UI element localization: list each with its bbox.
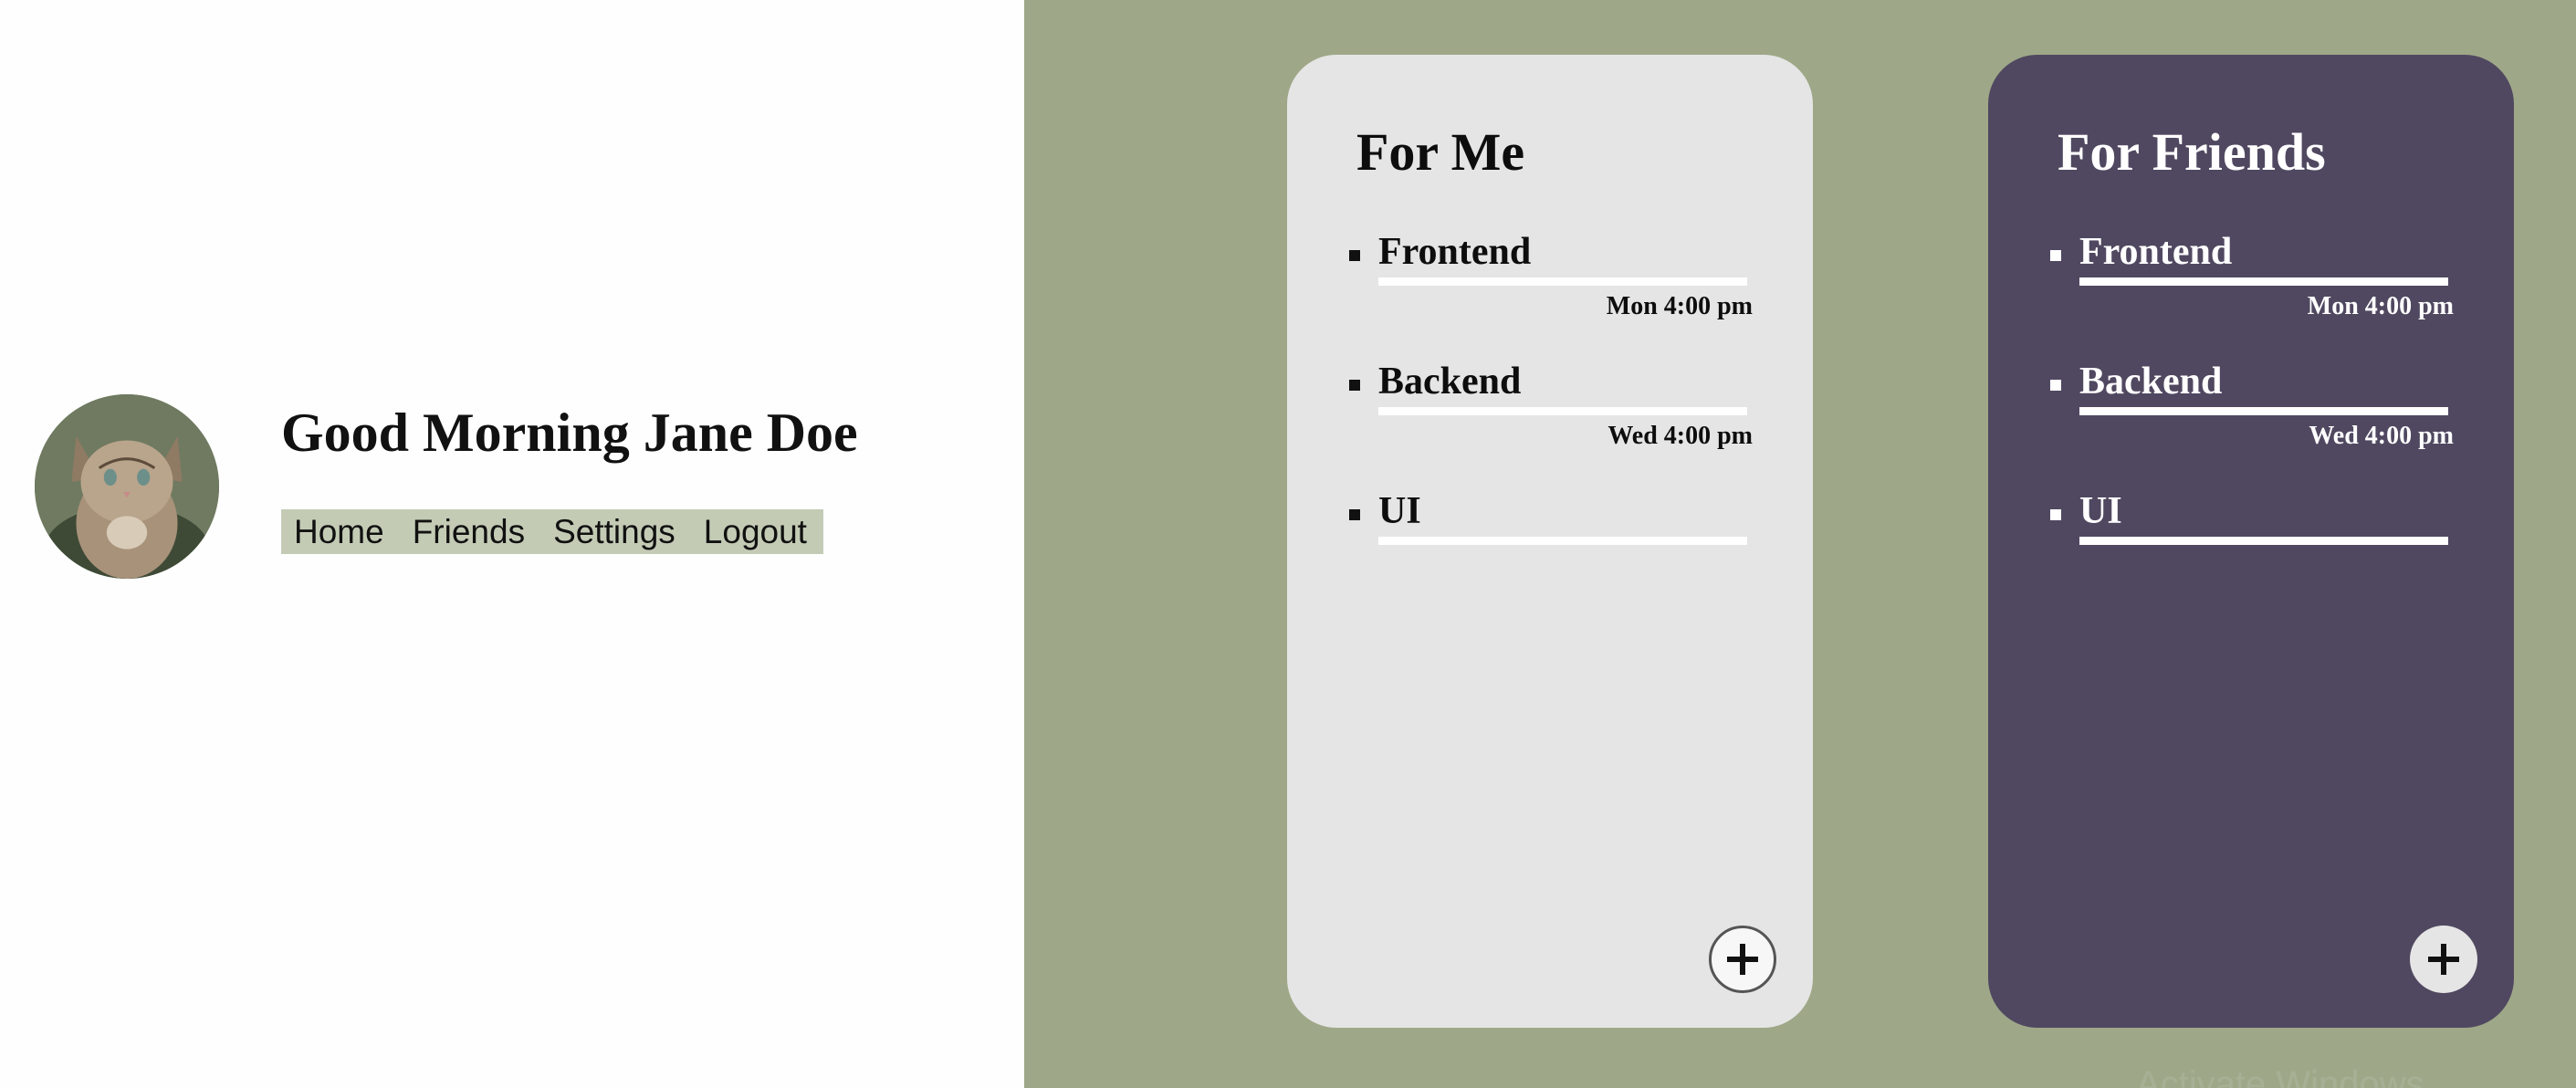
task-list: Frontend Mon 4:00 pm Backend Wed 4:00 pm…	[1287, 228, 1813, 617]
task-name: Frontend	[1378, 231, 1532, 273]
profile-panel: Good Morning Jane Doe Home Friends Setti…	[0, 0, 1024, 1088]
plus-icon	[1727, 944, 1758, 975]
bullet-icon	[1349, 509, 1360, 520]
nav-friends-link[interactable]: Friends	[413, 509, 525, 554]
task-underline	[1378, 537, 1747, 545]
bullet-icon	[1349, 250, 1360, 261]
app-page: Good Morning Jane Doe Home Friends Setti…	[0, 0, 2576, 1088]
bullet-icon	[2050, 509, 2061, 520]
task-name: Backend	[1378, 361, 1522, 403]
card-title: For Friends	[2058, 122, 2326, 182]
task-name: UI	[1378, 490, 1421, 532]
main-nav: Home Friends Settings Logout	[281, 509, 823, 554]
board-area: For Me Frontend Mon 4:00 pm Backend Wed …	[1024, 0, 2576, 1088]
task-item[interactable]: UI	[1287, 487, 1813, 617]
task-underline	[1378, 407, 1747, 415]
task-time: Wed 4:00 pm	[1607, 422, 1753, 450]
greeting-heading: Good Morning Jane Doe	[281, 403, 858, 463]
task-time: Mon 4:00 pm	[2307, 292, 2454, 320]
plus-icon	[2428, 944, 2459, 975]
nav-home-link[interactable]: Home	[294, 509, 384, 554]
add-friend-task-button[interactable]	[2410, 926, 2477, 993]
task-underline	[2079, 407, 2448, 415]
kitten-image	[35, 394, 219, 579]
task-name: UI	[2079, 490, 2122, 532]
task-item[interactable]: UI	[1988, 487, 2514, 617]
task-item[interactable]: Backend Wed 4:00 pm	[1287, 358, 1813, 487]
card-title: For Me	[1356, 122, 1525, 182]
task-item[interactable]: Backend Wed 4:00 pm	[1988, 358, 2514, 487]
add-task-button[interactable]	[1709, 926, 1776, 993]
nav-settings-link[interactable]: Settings	[553, 509, 675, 554]
task-time: Mon 4:00 pm	[1606, 292, 1753, 320]
task-underline	[2079, 277, 2448, 286]
task-name: Backend	[2079, 361, 2223, 403]
bullet-icon	[1349, 380, 1360, 391]
for-friends-card: For Friends Frontend Mon 4:00 pm Backend…	[1988, 55, 2514, 1028]
task-underline	[1378, 277, 1747, 286]
nav-logout-link[interactable]: Logout	[704, 509, 807, 554]
task-time: Wed 4:00 pm	[2309, 422, 2454, 450]
task-list: Frontend Mon 4:00 pm Backend Wed 4:00 pm…	[1988, 228, 2514, 617]
for-me-card: For Me Frontend Mon 4:00 pm Backend Wed …	[1287, 55, 1813, 1028]
activate-windows-watermark: Activate Windows	[2136, 1064, 2424, 1088]
task-item[interactable]: Frontend Mon 4:00 pm	[1287, 228, 1813, 358]
task-underline	[2079, 537, 2448, 545]
task-item[interactable]: Frontend Mon 4:00 pm	[1988, 228, 2514, 358]
bullet-icon	[2050, 250, 2061, 261]
bullet-icon	[2050, 380, 2061, 391]
task-name: Frontend	[2079, 231, 2233, 273]
avatar[interactable]	[35, 394, 219, 579]
